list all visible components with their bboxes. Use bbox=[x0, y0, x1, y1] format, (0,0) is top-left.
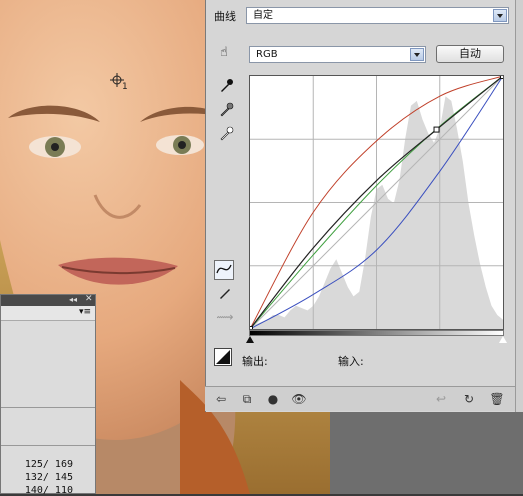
curve-control-point[interactable] bbox=[433, 126, 440, 133]
white-slider-icon[interactable] bbox=[499, 336, 507, 343]
divider bbox=[1, 407, 95, 408]
chevron-down-icon[interactable] bbox=[410, 48, 424, 61]
output-label: 输出: bbox=[242, 355, 268, 368]
clip-layer-icon[interactable]: ● bbox=[265, 391, 281, 407]
divider bbox=[1, 445, 95, 446]
channel-select[interactable]: RGB bbox=[249, 46, 426, 63]
view-previous-icon[interactable]: ↩ bbox=[433, 391, 449, 407]
preset-label: 曲线 bbox=[214, 10, 236, 23]
expand-view-icon[interactable]: ⧉ bbox=[239, 391, 255, 407]
auto-button[interactable]: 自动 bbox=[436, 45, 504, 63]
curve-control-point[interactable] bbox=[247, 326, 253, 332]
info-value-row: 132/ 145 bbox=[24, 472, 73, 483]
sampler-marker[interactable]: 1 bbox=[110, 73, 128, 92]
preset-value: 自定 bbox=[253, 10, 273, 21]
white-point-eyedropper-icon[interactable] bbox=[216, 126, 236, 146]
black-point-eyedropper-icon[interactable] bbox=[216, 78, 236, 98]
clipping-warning-icon[interactable] bbox=[214, 348, 232, 366]
eye-icon[interactable]: 👁 bbox=[291, 391, 307, 407]
back-arrow-icon[interactable]: ⇦ bbox=[213, 391, 229, 407]
targeted-adjustment-icon[interactable]: ☝ bbox=[214, 44, 234, 64]
info-value-row: 125/ 169 bbox=[24, 459, 73, 470]
preset-select[interactable]: 自定 bbox=[246, 7, 509, 24]
black-slider-icon[interactable] bbox=[246, 336, 254, 343]
curves-chart[interactable] bbox=[247, 73, 506, 332]
sampler-number: 1 bbox=[122, 82, 128, 92]
channel-value: RGB bbox=[256, 49, 278, 60]
chevron-down-icon[interactable] bbox=[493, 9, 507, 22]
collapse-icon[interactable]: ◂◂ bbox=[69, 295, 77, 304]
curve-edit-points-icon[interactable] bbox=[214, 260, 234, 280]
info-value-row: 140/ 110 bbox=[24, 485, 73, 496]
input-gradient-bar bbox=[249, 330, 504, 336]
panel-menu-icon[interactable]: ▾≡ bbox=[79, 307, 91, 317]
reset-icon[interactable]: ↻ bbox=[461, 391, 477, 407]
smooth-curve-icon[interactable]: ⟿ bbox=[215, 308, 235, 328]
pencil-icon[interactable] bbox=[215, 285, 235, 305]
curves-bottom-bar: ⇦ ⧉ ● 👁 ↩ ↻ 🗑 bbox=[205, 386, 515, 411]
input-label: 输入: bbox=[338, 355, 364, 368]
trash-icon[interactable]: 🗑 bbox=[489, 391, 505, 407]
panel-scrollbar[interactable] bbox=[515, 0, 523, 412]
info-panel: ◂◂ ✕ ▾≡ 125/ 169 132/ 145 140/ 110 bbox=[0, 294, 96, 496]
curve-control-point[interactable] bbox=[500, 73, 506, 79]
close-icon[interactable]: ✕ bbox=[85, 294, 93, 304]
curves-graph[interactable] bbox=[247, 73, 506, 332]
info-panel-titlebar[interactable]: ◂◂ ✕ bbox=[1, 294, 95, 306]
info-panel-tabbar: ▾≡ bbox=[1, 306, 95, 321]
gray-point-eyedropper-icon[interactable] bbox=[216, 102, 236, 122]
